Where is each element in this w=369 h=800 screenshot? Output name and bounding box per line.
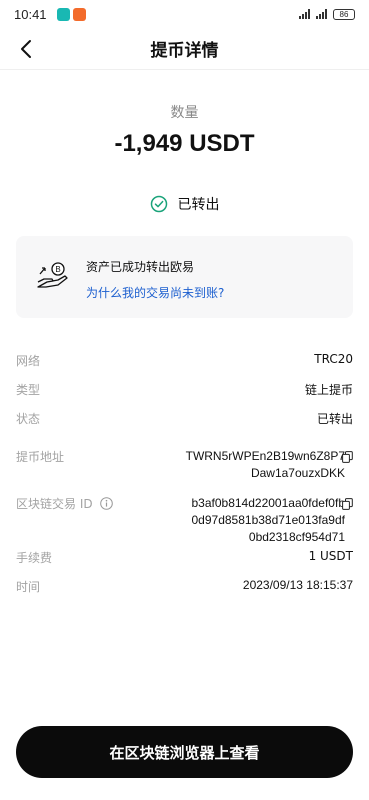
network-value: TRC20 xyxy=(314,352,353,366)
help-link[interactable]: 为什么我的交易尚未到账? xyxy=(86,284,224,301)
time-value: 2023/09/13 18:15:37 xyxy=(242,578,353,592)
state-label: 状态 xyxy=(16,412,41,426)
fee-value: 1 USDT xyxy=(308,549,353,563)
view-on-explorer-button[interactable]: 在区块链浏览器上查看 xyxy=(16,726,353,778)
check-circle-icon xyxy=(150,195,167,213)
svg-text:B: B xyxy=(55,265,60,274)
back-arrow-icon[interactable] xyxy=(14,36,40,62)
status-bar: 10:41 86 xyxy=(0,0,369,28)
type-value: 链上提币 xyxy=(304,383,353,397)
time-label: 时间 xyxy=(16,580,41,594)
withdraw-address: TWRN5rWPEn2B19wn6Z8P7 Daw1a7ouzxDKK xyxy=(145,448,345,482)
address-line: Daw1a7ouzxDKK xyxy=(250,466,345,480)
copy-icon[interactable] xyxy=(342,498,353,510)
info-card-title: 资产已成功转出欧易 xyxy=(86,260,195,274)
address-label: 提币地址 xyxy=(16,450,65,464)
amount-value: -1,949 USDT xyxy=(114,130,255,157)
transaction-id: b3af0b814d22001aa0fdef0fb 0d97d8581b38d7… xyxy=(145,495,346,546)
state-value: 已转出 xyxy=(316,412,353,426)
txid-line: b3af0b814d22001aa0fdef0fb xyxy=(191,496,346,510)
withdrawal-detail-screen: 10:41 86 提币详情 数量 -1,949 USDT 已转出 B 资产已成功… xyxy=(0,0,369,800)
app-notification-icon xyxy=(56,7,70,21)
battery-icon: 86 xyxy=(333,8,355,20)
txid-label: 区块链交易 ID xyxy=(16,497,93,511)
page-title: 提币详情 xyxy=(150,41,219,61)
signal-icon xyxy=(316,9,327,19)
status-right: 86 xyxy=(299,8,355,20)
fee-label: 手续费 xyxy=(16,551,53,565)
info-card: B 资产已成功转出欧易 为什么我的交易尚未到账? xyxy=(16,236,353,318)
amount-label: 数量 xyxy=(170,105,199,121)
notification-icons xyxy=(56,7,86,21)
status-text: 已转出 xyxy=(177,197,220,213)
copy-icon[interactable] xyxy=(342,451,353,463)
coin-hand-icon: B xyxy=(37,262,68,288)
address-line: TWRN5rWPEn2B19wn6Z8P7 xyxy=(185,449,345,463)
type-label: 类型 xyxy=(16,383,41,397)
status-time: 10:41 xyxy=(14,6,47,22)
signal-icon xyxy=(299,9,310,19)
info-icon[interactable] xyxy=(100,497,113,510)
app-notification-icon xyxy=(72,7,86,21)
network-label: 网络 xyxy=(16,354,41,368)
txid-line: 0d97d8581b38d71e013fa9df xyxy=(191,513,346,527)
header: 提币详情 xyxy=(0,28,369,70)
txid-line: 0bd2318cf954d71 xyxy=(248,530,345,544)
transfer-status: 已转出 xyxy=(0,194,369,214)
